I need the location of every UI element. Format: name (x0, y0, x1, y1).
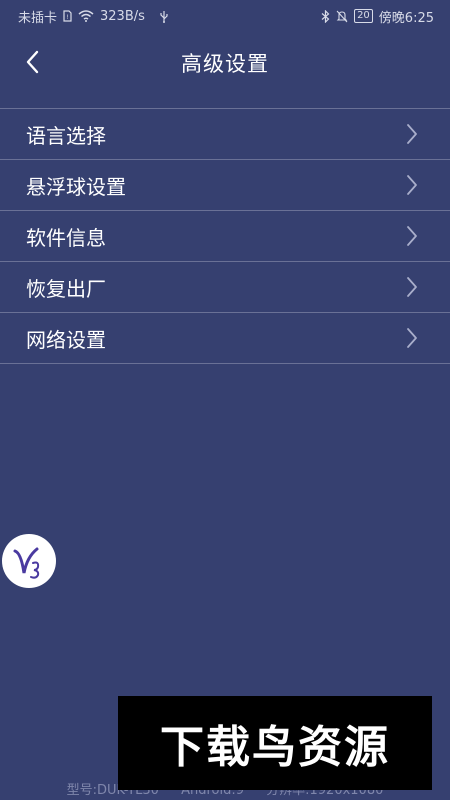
screen: 未插卡 ! 323B/s 20 傍晚6:25 高级设置 语言选择 悬浮球设置 软… (0, 0, 450, 800)
menu-item-software-info[interactable]: 软件信息 (0, 211, 450, 262)
status-left: 未插卡 ! 323B/s (18, 7, 169, 26)
battery-level: 20 (357, 10, 370, 21)
chevron-right-icon (406, 174, 418, 196)
back-button[interactable] (14, 44, 50, 80)
watermark-text: 下载鸟资源 (160, 722, 390, 773)
usb-icon (159, 10, 169, 23)
bluetooth-icon (321, 9, 330, 23)
status-right: 20 傍晚6:25 (321, 7, 434, 26)
chevron-right-icon (406, 225, 418, 247)
clock-text: 傍晚6:25 (378, 10, 434, 26)
menu-item-label: 软件信息 (26, 225, 106, 250)
battery-icon: 20 (354, 9, 373, 23)
v3-logo-icon (7, 539, 51, 583)
menu-item-label: 悬浮球设置 (26, 174, 126, 199)
menu-item-factory-reset[interactable]: 恢复出厂 (0, 262, 450, 313)
menu-item-label: 语言选择 (26, 123, 106, 148)
page-title: 高级设置 (181, 52, 269, 76)
network-speed: 323B/s (100, 8, 145, 24)
menu-item-network[interactable]: 网络设置 (0, 313, 450, 364)
mute-icon (336, 10, 348, 23)
status-bar: 未插卡 ! 323B/s 20 傍晚6:25 (0, 0, 450, 32)
menu-item-label: 网络设置 (26, 327, 106, 352)
menu-item-floating-ball[interactable]: 悬浮球设置 (0, 160, 450, 211)
svg-text:!: ! (66, 14, 68, 21)
settings-menu: 语言选择 悬浮球设置 软件信息 恢复出厂 网络设置 (0, 108, 450, 364)
carrier-text: 未插卡 (18, 10, 58, 26)
chevron-right-icon (406, 123, 418, 145)
watermark: 下载鸟资源 (118, 696, 432, 790)
menu-item-language[interactable]: 语言选择 (0, 109, 450, 160)
header: 高级设置 (0, 32, 450, 94)
menu-item-label: 恢复出厂 (26, 276, 106, 301)
floating-ball[interactable] (2, 534, 56, 588)
wifi-icon (78, 10, 94, 22)
chevron-right-icon (406, 276, 418, 298)
chevron-right-icon (406, 327, 418, 349)
chevron-left-icon (25, 50, 39, 74)
sim-icon: ! (63, 10, 72, 22)
